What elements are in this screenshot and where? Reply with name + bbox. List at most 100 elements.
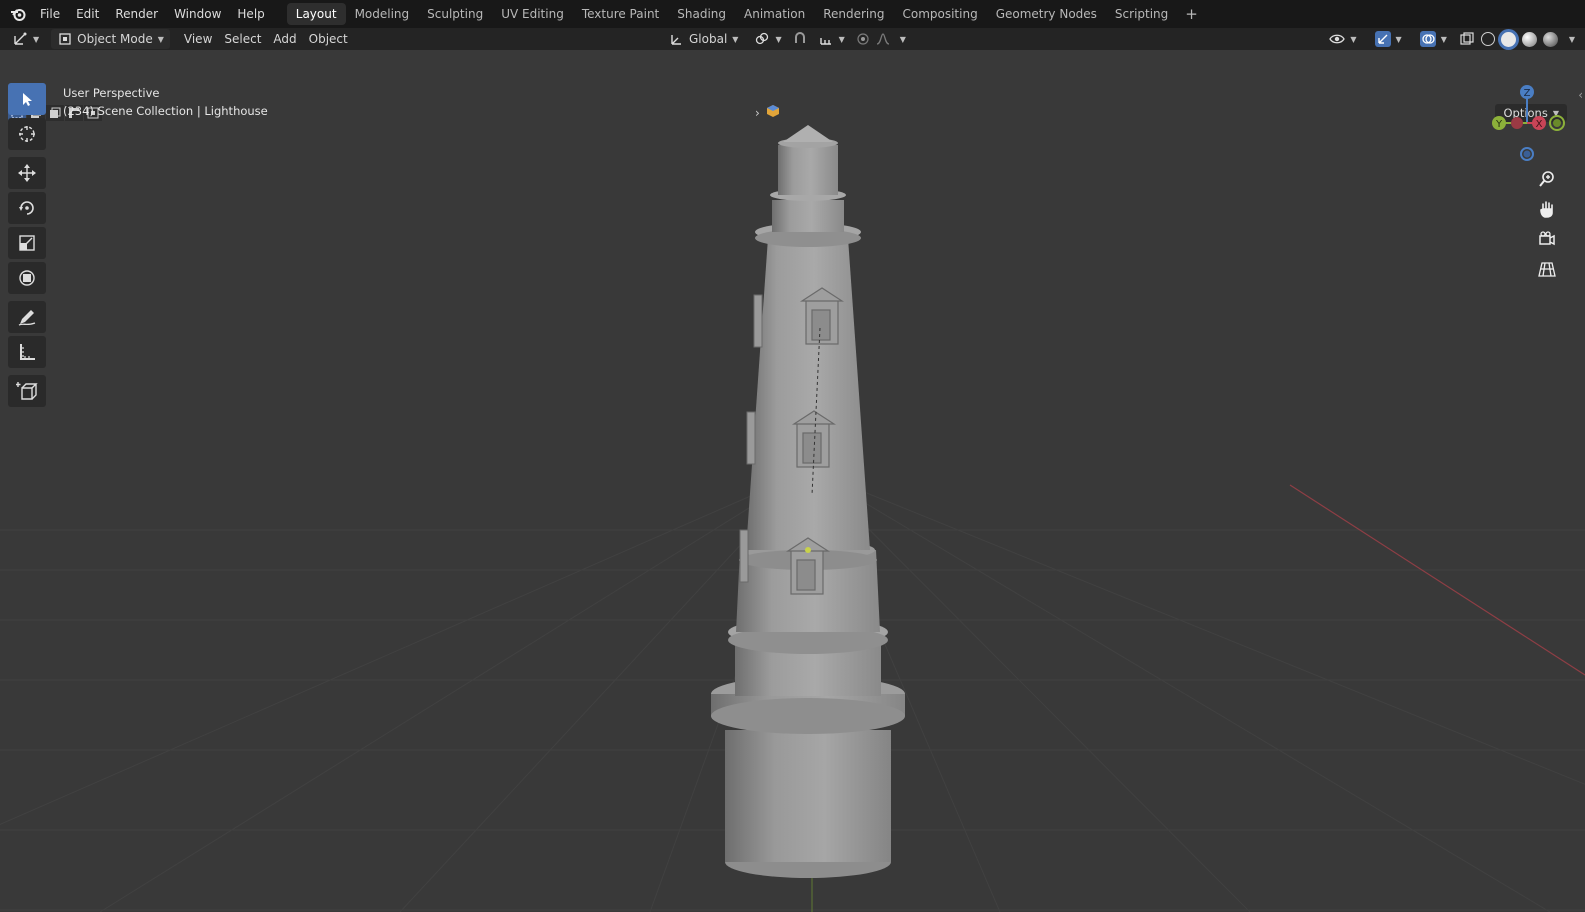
chevron-down-icon: ▼ [838,34,845,44]
menu-edit[interactable]: Edit [68,0,107,28]
tab-texture-paint[interactable]: Texture Paint [573,3,668,25]
gizmo-dropdown[interactable]: ▼ [1369,29,1408,49]
visibility-dropdown[interactable]: ▼ [1323,29,1362,49]
chevron-down-icon: ▼ [899,34,906,44]
navigation-gizmo[interactable]: Z Y X [1489,82,1565,164]
chevron-down-icon: ▼ [1350,34,1357,44]
menu-render[interactable]: Render [107,0,166,28]
viewport-scene[interactable] [0,50,1585,912]
editor-type-dropdown[interactable]: ▼ [6,29,45,49]
orientation-label: Global [689,32,728,46]
pivot-icon [754,31,770,47]
menu-add[interactable]: Add [267,29,302,49]
pivot-point-dropdown[interactable]: ▼ [748,29,787,49]
material-shading-icon[interactable] [1521,31,1537,47]
orientation-icon [669,31,685,47]
tab-rendering[interactable]: Rendering [814,3,893,25]
chevron-left-icon[interactable]: ‹ [1578,88,1583,102]
transform-tools-group: Global ▼ ▼ ▼ ▼ [663,28,906,50]
3d-viewport[interactable]: › Options ▼ [0,50,1585,912]
viewport-info: User Perspective (234) Scene Collection … [63,84,268,120]
cursor-arrow-icon [23,93,32,106]
eye-icon [1329,31,1346,47]
chevron-down-icon: ▼ [157,34,164,44]
add-workspace-button[interactable]: + [1177,5,1206,23]
move-tool[interactable] [8,157,46,189]
x-axis-line [1289,484,1585,676]
magnifier-plus-icon [1539,171,1554,187]
orientation-dropdown[interactable]: Global ▼ [663,29,744,49]
pencil-icon [18,310,36,326]
rotate-icon [19,201,34,215]
tab-geometry-nodes[interactable]: Geometry Nodes [987,3,1106,25]
tab-sculpting[interactable]: Sculpting [418,3,492,25]
falloff-icon[interactable] [875,31,891,47]
move-arrows-icon [18,164,36,182]
chevron-down-icon[interactable]: ▼ [1569,35,1575,44]
menu-window[interactable]: Window [166,0,229,28]
tab-shading[interactable]: Shading [668,3,735,25]
select-subtract-icon[interactable] [46,105,64,121]
scale-icon [19,235,35,251]
navigation-buttons [1535,167,1559,287]
ruler-icon [20,344,35,360]
tab-animation[interactable]: Animation [735,3,814,25]
proportional-edit-icon[interactable] [855,31,871,47]
rotate-tool[interactable] [8,192,46,224]
zoom-button[interactable] [1535,167,1559,191]
gizmo-y-label: Y [1495,119,1503,130]
tab-compositing[interactable]: Compositing [893,3,986,25]
add-cube-tool[interactable] [8,375,46,407]
object-mode-dropdown[interactable]: Object Mode ▼ [51,29,170,49]
select-box-tool[interactable] [8,83,46,115]
menu-view[interactable]: View [178,29,218,49]
perspective-toggle-button[interactable] [1535,257,1559,281]
object-mode-label: Object Mode [77,32,153,46]
object-mode-icon [57,31,73,47]
menu-select[interactable]: Select [218,29,267,49]
chevron-right-icon: › [755,105,760,120]
chevron-down-icon: ▼ [33,34,40,44]
top-bar: File Edit Render Window Help Layout Mode… [0,0,1585,28]
transform-tool[interactable] [8,262,46,294]
workspace-tabs: Layout Modeling Sculpting UV Editing Tex… [286,3,1206,25]
pan-button[interactable] [1535,197,1559,221]
blender-logo-icon[interactable] [10,6,26,22]
collection-label: (234) Scene Collection | Lighthouse [63,104,268,118]
sidebar-toggle[interactable]: › [755,104,780,121]
tab-scripting[interactable]: Scripting [1106,3,1177,25]
overlays-icon [1419,31,1436,47]
camera-icon [1539,231,1555,246]
snap-toggle-icon[interactable] [792,31,808,47]
overlays-dropdown[interactable]: ▼ [1414,29,1453,49]
xray-toggle-icon[interactable] [1459,31,1475,47]
tab-uv-editing[interactable]: UV Editing [492,3,573,25]
annotate-tool[interactable] [8,301,46,333]
gizmo-x-label: X [1536,119,1543,130]
gizmo-z-label: Z [1524,88,1531,99]
snap-increment-icon [818,31,834,47]
menu-help[interactable]: Help [229,0,272,28]
add-cube-icon [16,382,38,400]
camera-view-button[interactable] [1535,227,1559,251]
viewport-display-tools: ▼ ▼ ▼ ▼ [1323,28,1575,50]
transform-icon [19,270,35,286]
tab-modeling[interactable]: Modeling [346,3,419,25]
shading-ball-icon [766,104,780,121]
chevron-down-icon: ▼ [1395,34,1402,44]
gizmo-center [1511,117,1523,129]
tool-shelf [8,83,46,410]
wireframe-shading-icon[interactable] [1480,32,1495,46]
rendered-shading-icon[interactable] [1542,31,1558,47]
scale-tool[interactable] [8,227,46,259]
cursor-tool[interactable] [8,118,46,150]
grid-perspective-icon [1538,262,1556,277]
menu-file[interactable]: File [32,0,68,28]
tab-layout[interactable]: Layout [286,3,346,25]
snap-target-dropdown[interactable]: ▼ [812,29,851,49]
chevron-down-icon: ▼ [775,34,782,44]
solid-shading-icon[interactable] [1500,31,1516,47]
lighthouse-object[interactable] [711,125,905,878]
measure-tool[interactable] [8,336,46,368]
menu-object[interactable]: Object [303,29,354,49]
